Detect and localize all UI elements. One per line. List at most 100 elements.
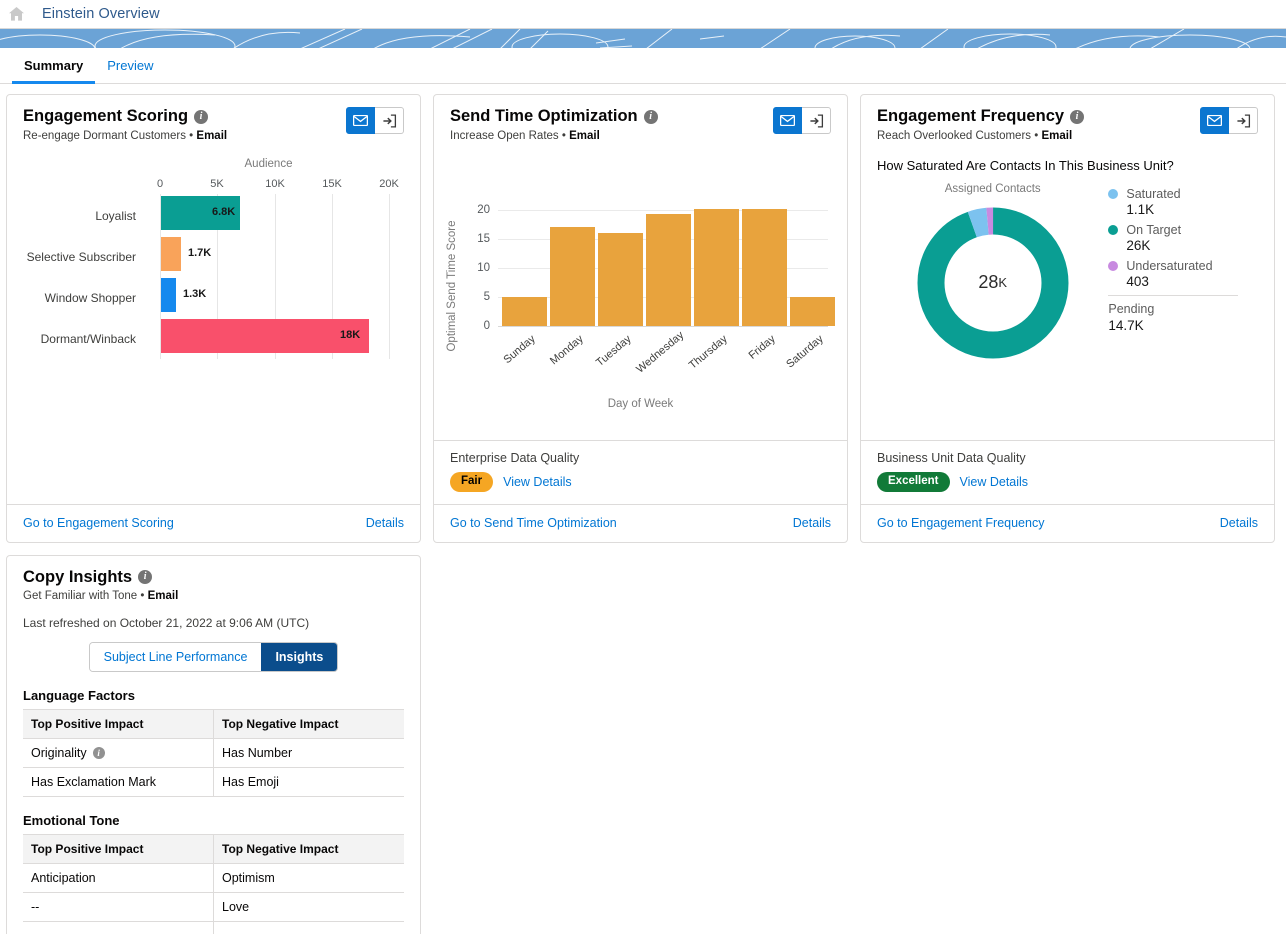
send-time-optimization-subtitle-prefix: Increase Open Rates •	[450, 129, 570, 142]
engagement-frequency-details-link[interactable]: Details	[1220, 516, 1258, 530]
bar-selective-subscriber[interactable]	[161, 236, 181, 271]
engagement-scoring-actions	[346, 107, 404, 134]
engagement-scoring-details-link[interactable]: Details	[366, 516, 404, 530]
bar-thursday[interactable]	[694, 208, 739, 326]
donut-caption: Assigned Contacts	[944, 182, 1041, 195]
go-to-engagement-scoring-link[interactable]: Go to Engagement Scoring	[23, 516, 174, 530]
info-icon[interactable]: i	[92, 747, 105, 760]
info-icon[interactable]: i	[138, 570, 153, 585]
engagement-scoring-chart: Audience 0 5K 10K 15K 20K Loyalist Selec…	[23, 156, 404, 446]
ytick-20: 20	[477, 203, 490, 216]
send-time-optimization-actions	[773, 107, 831, 134]
open-in-new-icon-button[interactable]	[802, 107, 831, 134]
business-unit-data-quality-row: Excellent View Details	[877, 471, 1258, 492]
envelope-icon-button[interactable]	[773, 107, 802, 134]
envelope-icon	[780, 115, 795, 126]
legend-label-saturated: Saturated	[1126, 186, 1181, 201]
cell-negative: Love	[213, 892, 404, 923]
donut-center-number: 28	[978, 272, 999, 293]
legend-label-undersaturated: Undersaturated	[1126, 258, 1213, 273]
donut-legend: Saturated 1.1K On Target 26K Undersatura…	[1108, 179, 1258, 363]
send-time-optimization-chart: Optimal Send Time Score 20 15 10 5 0 Sun…	[446, 150, 835, 440]
col-top-positive-impact: Top Positive Impact	[23, 834, 214, 865]
send-time-optimization-body: Send Time Optimization i Increase Open R…	[434, 95, 847, 440]
toggle-subject-line-performance[interactable]: Subject Line Performance	[89, 643, 262, 672]
send-time-optimization-title-text: Send Time Optimization	[450, 107, 638, 125]
engagement-frequency-question: How Saturated Are Contacts In This Busin…	[877, 157, 1174, 173]
envelope-icon	[1207, 115, 1222, 126]
cell-positive: --	[23, 892, 214, 923]
pending-label: Pending	[1108, 301, 1155, 316]
go-to-send-time-optimization-link[interactable]: Go to Send Time Optimization	[450, 516, 617, 530]
engagement-frequency-footer: Go to Engagement Frequency Details	[861, 503, 1274, 542]
bar-saturday[interactable]	[790, 296, 835, 326]
ytick-10: 10	[477, 261, 490, 274]
info-icon[interactable]: i	[194, 109, 209, 124]
send-time-optimization-title: Send Time Optimization i	[450, 107, 658, 127]
view-details-link[interactable]: View Details	[960, 475, 1029, 489]
legend-divider	[1108, 294, 1239, 296]
view-details-link[interactable]: View Details	[503, 475, 572, 489]
toggle-insights[interactable]: Insights	[261, 643, 338, 672]
donut-chart: 28 K	[913, 203, 1073, 363]
bar-category-label: Selective Subscriber	[26, 249, 136, 264]
send-time-optimization-channel: Email	[569, 129, 600, 142]
engagement-frequency-title: Engagement Frequency i	[877, 107, 1085, 127]
section-heading-emotional-tone: Emotional Tone	[23, 813, 120, 829]
xtick-1: 5K	[210, 177, 224, 190]
bar-sunday[interactable]	[502, 296, 547, 326]
gridline	[389, 193, 390, 359]
legend-dot-undersaturated	[1108, 260, 1119, 271]
engagement-scoring-channel: Email	[196, 129, 228, 142]
info-icon[interactable]: i	[1070, 109, 1085, 124]
last-refreshed-note: Last refreshed on October 21, 2022 at 9:…	[23, 616, 310, 631]
open-in-new-icon-button[interactable]	[1229, 107, 1258, 134]
cell-positive: Originality i	[23, 738, 214, 769]
engagement-frequency-title-text: Engagement Frequency	[877, 107, 1065, 125]
envelope-icon-button[interactable]	[346, 107, 375, 134]
bar-wednesday[interactable]	[646, 213, 691, 326]
info-icon[interactable]: i	[643, 109, 658, 124]
home-icon[interactable]	[6, 4, 26, 24]
legend-item-on-target: On Target 26K	[1108, 223, 1258, 253]
engagement-scoring-subtitle-prefix: Re-engage Dormant Customers •	[23, 129, 197, 142]
filler-cell	[214, 922, 405, 934]
tab-summary[interactable]: Summary	[12, 48, 96, 84]
xtick-monday: Monday	[548, 332, 586, 368]
bar-category-label: Dormant/Winback	[40, 331, 136, 346]
card-send-time-optimization: Send Time Optimization i Increase Open R…	[433, 94, 848, 543]
pending-value: 14.7K	[1108, 317, 1144, 333]
go-to-engagement-frequency-link[interactable]: Go to Engagement Frequency	[877, 516, 1044, 530]
tab-preview[interactable]: Preview	[95, 48, 165, 83]
bar-value-label: 6.8K	[212, 205, 236, 218]
table-row: Has Exclamation Mark Has Emoji	[23, 767, 404, 798]
bar-monday[interactable]	[550, 227, 595, 326]
copy-insights-subtitle-prefix: Get Familiar with Tone •	[23, 590, 148, 603]
donut-center-unit: K	[998, 275, 1008, 291]
xtick-2: 10K	[265, 177, 285, 190]
donut-column: Assigned Contacts 28 K	[877, 179, 1108, 363]
xtick-tuesday: Tuesday	[593, 332, 634, 369]
engagement-scoring-title: Engagement Scoring i	[23, 107, 227, 127]
legend-label-on-target: On Target	[1126, 222, 1182, 237]
xtick-3: 15K	[322, 177, 342, 190]
open-in-new-icon-button[interactable]	[375, 107, 404, 134]
xtick-wednesday: Wednesday	[634, 329, 687, 376]
emotional-tone-table: Top Positive Impact Top Negative Impact …	[23, 834, 404, 934]
bar-window-shopper[interactable]	[161, 277, 176, 312]
bar-dormant-winback[interactable]	[161, 318, 369, 353]
engagement-frequency-channel: Email	[1041, 129, 1073, 142]
tab-summary-label: Summary	[24, 58, 84, 73]
bar-friday[interactable]	[742, 208, 787, 326]
enterprise-data-quality-row: Fair View Details	[450, 471, 831, 492]
cell-positive: Has Exclamation Mark	[23, 767, 214, 798]
envelope-icon-button[interactable]	[1200, 107, 1229, 134]
axis-line	[498, 325, 828, 327]
send-time-optimization-details-link[interactable]: Details	[793, 516, 831, 530]
engagement-scoring-subtitle: Re-engage Dormant Customers • Email	[23, 130, 227, 142]
chart-axis-title-audience: Audience	[244, 157, 293, 170]
cell-negative: Has Emoji	[213, 767, 404, 798]
engagement-scoring-body: Engagement Scoring i Re-engage Dormant C…	[7, 95, 420, 504]
send-time-optimization-footer: Go to Send Time Optimization Details	[434, 503, 847, 542]
bar-tuesday[interactable]	[598, 232, 643, 326]
